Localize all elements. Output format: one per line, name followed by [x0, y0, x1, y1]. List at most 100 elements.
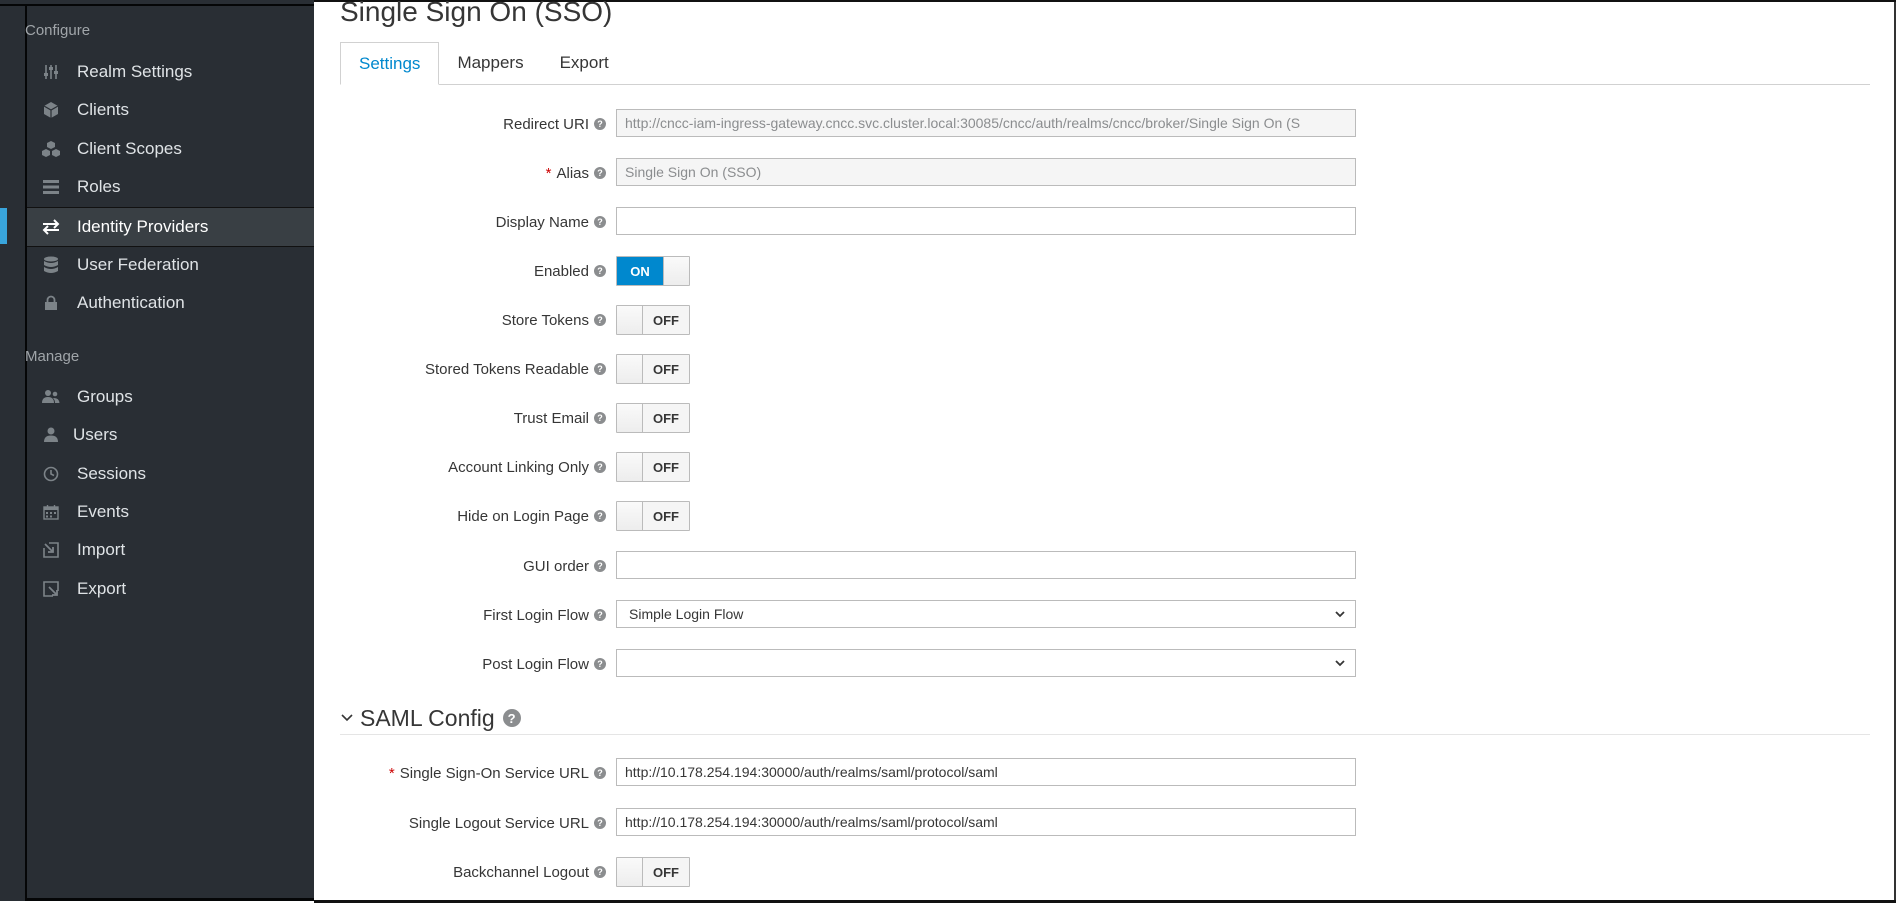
gui-order-field[interactable] [616, 551, 1356, 579]
database-icon [41, 255, 61, 275]
sidebar-item-events[interactable]: Events [27, 493, 314, 531]
tab-export[interactable]: Export [542, 42, 627, 83]
enabled-label: Enabled? [534, 254, 606, 288]
export-icon [41, 579, 61, 599]
toggle-knob [617, 453, 643, 481]
saml-config-header[interactable]: SAML Config ? [340, 702, 1870, 735]
toggle-state: ON [617, 257, 663, 285]
help-icon[interactable]: ? [502, 709, 521, 727]
trust-email-label: Trust Email? [514, 401, 606, 435]
help-icon[interactable]: ? [594, 412, 606, 424]
redirect-uri-row: Redirect URI? [340, 107, 1896, 141]
help-icon[interactable]: ? [594, 866, 606, 878]
sidebar-item-label: Users [73, 425, 118, 444]
store-tokens-label: Store Tokens? [502, 303, 606, 337]
main-content: Single Sign On (SSO) Settings Mappers Ex… [314, 0, 1896, 903]
help-icon[interactable]: ? [594, 265, 606, 277]
hide-on-login-page-toggle[interactable]: OFF [616, 501, 690, 531]
toggle-state: OFF [643, 858, 689, 886]
gui-order-label: GUI order? [523, 549, 606, 583]
users-icon [41, 387, 61, 407]
toggle-state: OFF [643, 404, 689, 432]
tab-bar: Settings Mappers Export [340, 42, 1870, 85]
help-icon[interactable]: ? [594, 314, 606, 326]
sidebar: Configure Realm Settings Clients Client … [0, 0, 314, 901]
tab-settings[interactable]: Settings [340, 42, 440, 85]
stored-tokens-readable-label: Stored Tokens Readable? [425, 352, 606, 386]
sso-url-field[interactable] [616, 758, 1356, 786]
help-icon[interactable]: ? [594, 363, 606, 375]
account-linking-only-toggle[interactable]: OFF [616, 452, 690, 482]
chevron-down-icon [341, 714, 353, 722]
stored-tokens-readable-toggle[interactable]: OFF [616, 354, 690, 384]
toggle-state: OFF [643, 453, 689, 481]
display-name-field[interactable] [616, 207, 1356, 235]
chevron-down-icon [1335, 660, 1345, 667]
first-login-flow-row: First Login Flow? Simple Login Flow [340, 598, 1896, 632]
sidebar-item-sessions[interactable]: Sessions [27, 455, 314, 493]
exchange-icon [41, 217, 61, 237]
sidebar-item-clients[interactable]: Clients [27, 91, 314, 129]
sidebar-item-user-federation[interactable]: User Federation [27, 246, 314, 284]
first-login-flow-select[interactable]: Simple Login Flow [616, 600, 1356, 628]
sidebar-item-label: Groups [77, 387, 133, 406]
sidebar-item-users[interactable]: Users [27, 416, 314, 454]
toggle-knob [617, 502, 643, 530]
sidebar-item-label: Authentication [77, 293, 185, 312]
sidebar-item-roles[interactable]: Roles [27, 168, 314, 206]
help-icon[interactable]: ? [594, 167, 606, 179]
sidebar-item-groups[interactable]: Groups [27, 378, 314, 416]
sidebar-item-realm-settings[interactable]: Realm Settings [27, 53, 314, 91]
toggle-state: OFF [643, 502, 689, 530]
sidebar-item-label: Sessions [77, 464, 146, 483]
help-icon[interactable]: ? [594, 658, 606, 670]
help-icon[interactable]: ? [594, 510, 606, 522]
help-icon[interactable]: ? [594, 767, 606, 779]
help-icon[interactable]: ? [594, 817, 606, 829]
alias-label: * Alias? [546, 156, 606, 190]
sidebar-item-export[interactable]: Export [27, 570, 314, 608]
clock-icon [41, 464, 61, 484]
help-icon[interactable]: ? [594, 560, 606, 572]
sidebar-item-client-scopes[interactable]: Client Scopes [27, 130, 314, 168]
sidebar-item-identity-providers[interactable]: Identity Providers [27, 207, 314, 247]
store-tokens-toggle[interactable]: OFF [616, 305, 690, 335]
help-icon[interactable]: ? [594, 609, 606, 621]
selected-value: Simple Login Flow [629, 606, 744, 622]
alias-field[interactable] [616, 158, 1356, 186]
alias-row: * Alias? [340, 156, 1896, 190]
help-icon[interactable]: ? [594, 118, 606, 130]
slo-url-row: Single Logout Service URL? [340, 806, 1896, 840]
enabled-row: Enabled? ON [340, 254, 1896, 288]
sidebar-item-label: Realm Settings [77, 62, 193, 81]
sidebar-item-label: Clients [77, 100, 129, 119]
page-title: Single Sign On (SSO) [340, 0, 613, 27]
help-icon[interactable]: ? [594, 461, 606, 473]
tab-mappers[interactable]: Mappers [439, 42, 541, 83]
display-name-row: Display Name? [340, 205, 1896, 239]
post-login-flow-select[interactable] [616, 649, 1356, 677]
redirect-uri-label: Redirect URI? [503, 107, 606, 141]
import-icon [41, 540, 61, 560]
toggle-knob [617, 858, 643, 886]
slo-url-field[interactable] [616, 808, 1356, 836]
toggle-knob [617, 355, 643, 383]
backchannel-logout-label: Backchannel Logout? [453, 855, 606, 889]
toggle-knob [663, 257, 689, 285]
sidebar-item-import[interactable]: Import [27, 531, 314, 569]
trust-email-toggle[interactable]: OFF [616, 403, 690, 433]
redirect-uri-field[interactable] [616, 109, 1356, 137]
account-linking-only-row: Account Linking Only? OFF [340, 450, 1896, 484]
sso-url-row: * Single Sign-On Service URL? [340, 756, 1896, 790]
post-login-flow-label: Post Login Flow? [482, 647, 606, 681]
stored-tokens-readable-row: Stored Tokens Readable? OFF [340, 352, 1896, 386]
sidebar-item-label: Client Scopes [77, 139, 182, 158]
help-icon[interactable]: ? [594, 216, 606, 228]
sidebar-item-label: Export [77, 579, 127, 598]
enabled-toggle[interactable]: ON [616, 256, 690, 286]
first-login-flow-label: First Login Flow? [483, 598, 606, 632]
sidebar-item-authentication[interactable]: Authentication [27, 284, 314, 322]
backchannel-logout-row: Backchannel Logout? OFF [340, 855, 1896, 889]
backchannel-logout-toggle[interactable]: OFF [616, 857, 690, 887]
sso-url-label: * Single Sign-On Service URL? [389, 756, 606, 790]
